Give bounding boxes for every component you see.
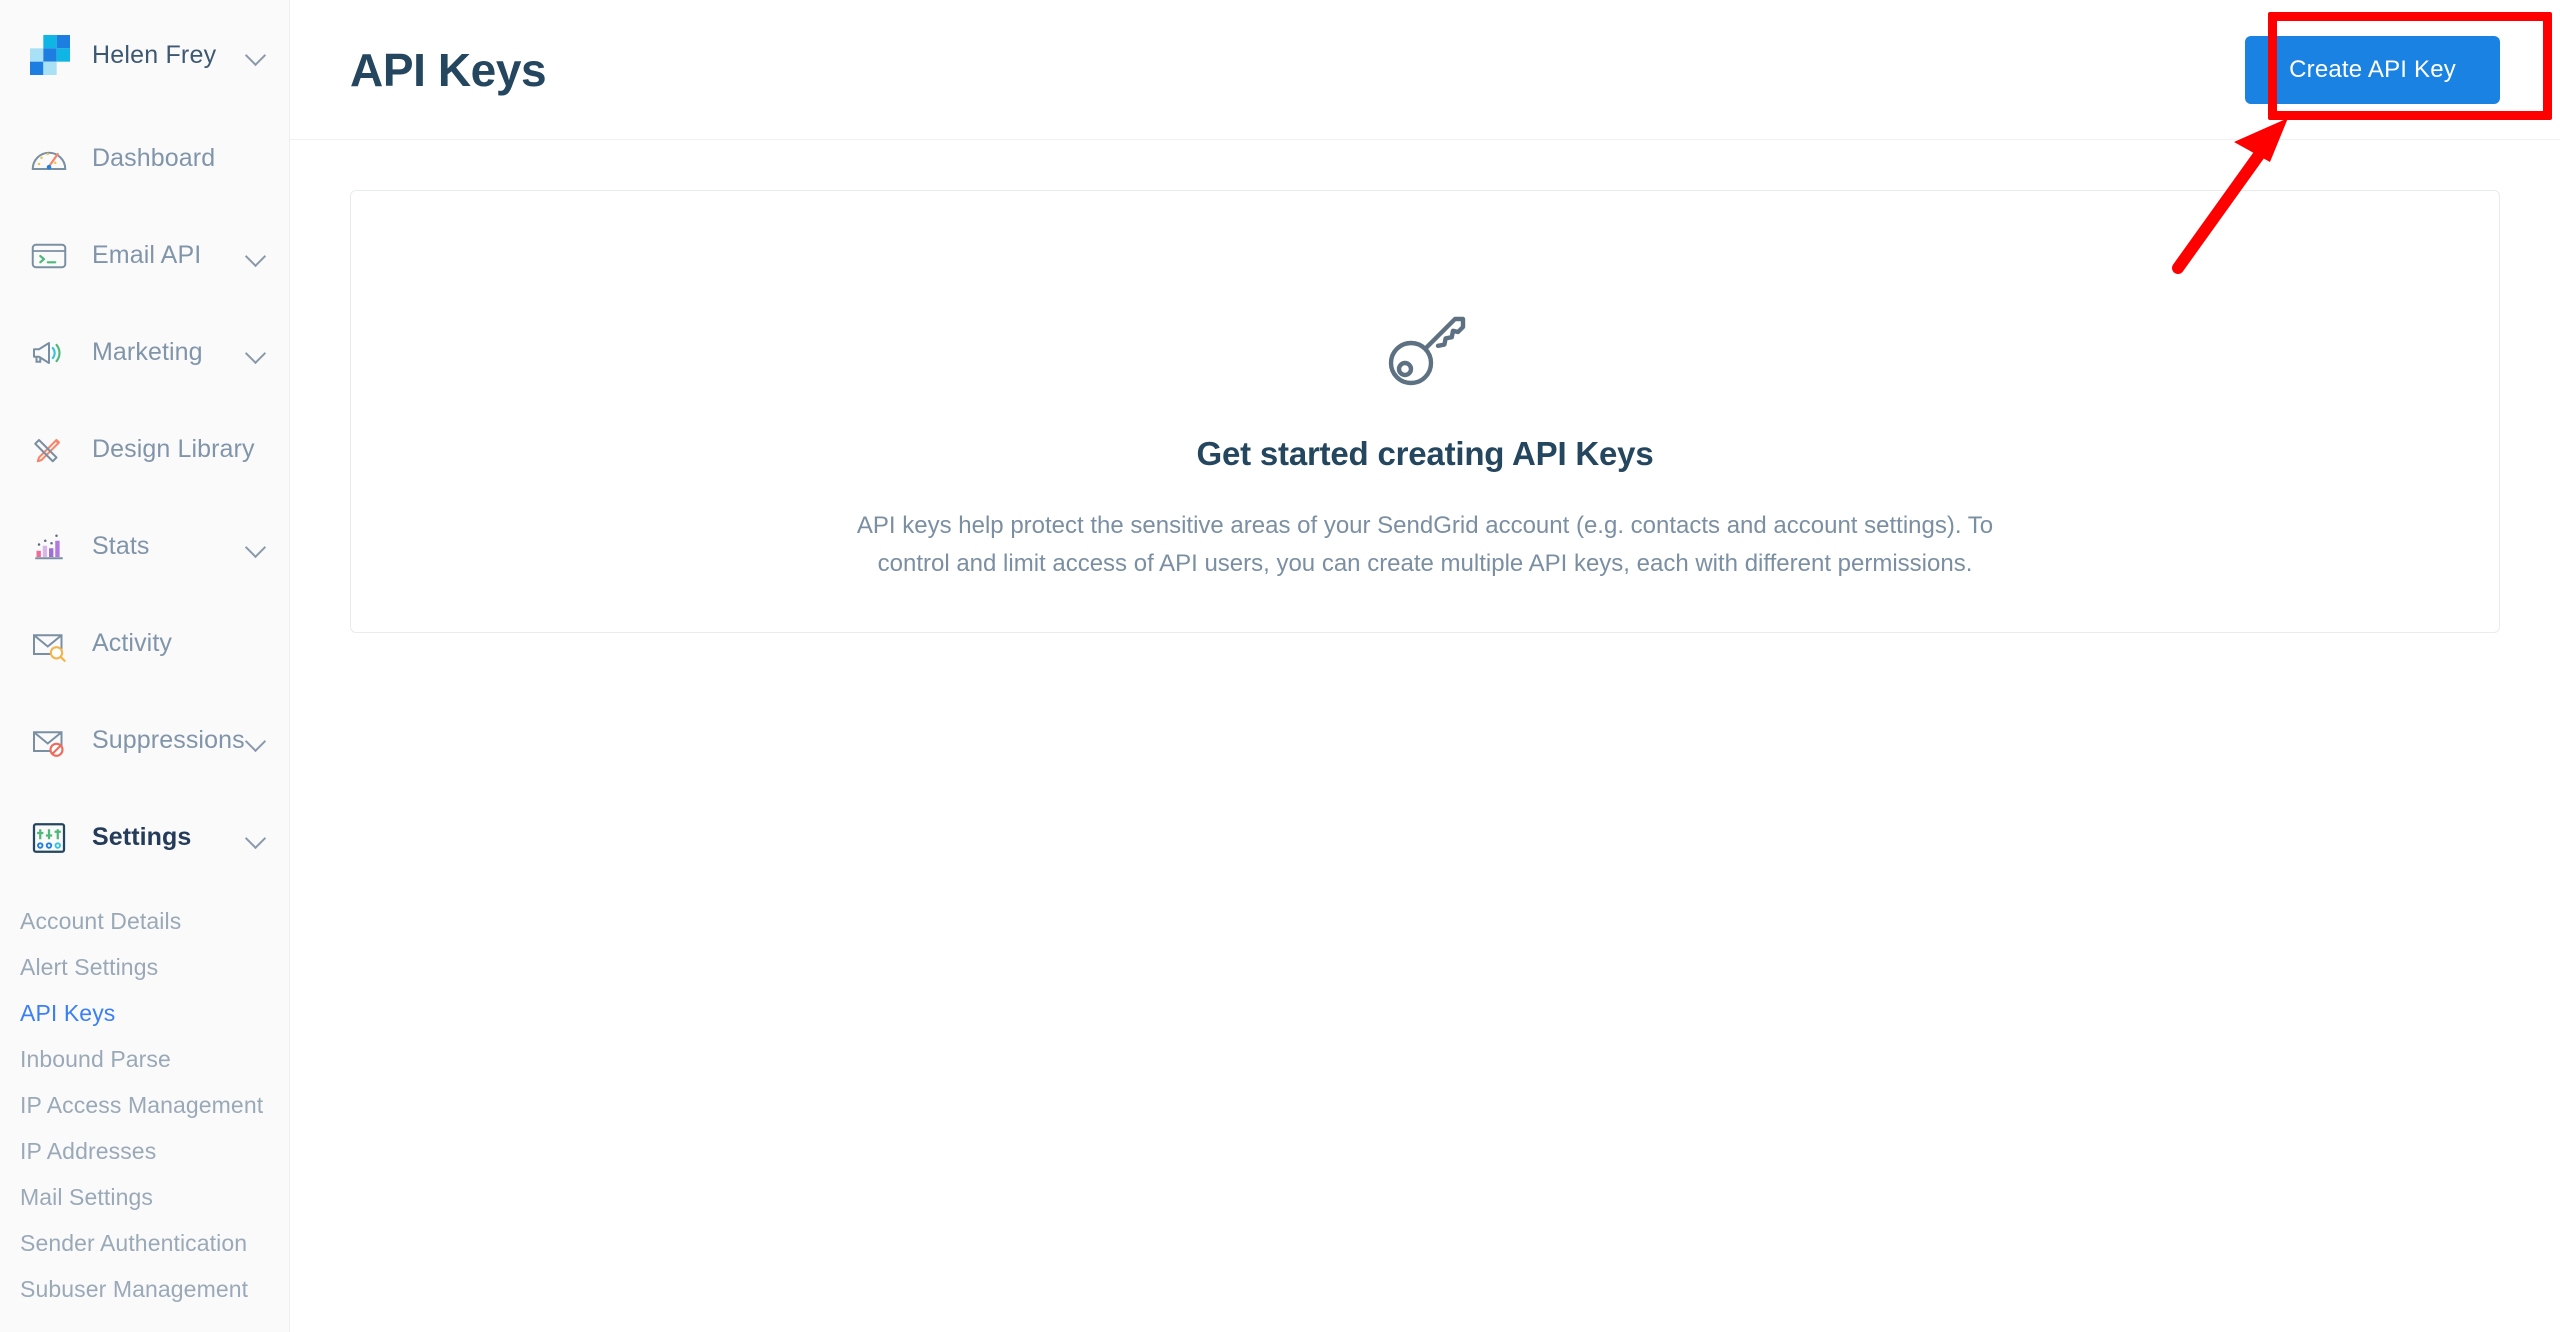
sidebar-item-label: Dashboard [92, 144, 216, 172]
terminal-window-icon [26, 233, 72, 279]
api-keys-empty-state-card: Get started creating API Keys API keys h… [350, 190, 2500, 633]
envelope-search-icon [26, 621, 72, 667]
account-switcher[interactable]: Helen Frey [0, 0, 289, 110]
megaphone-icon [26, 330, 72, 376]
chevron-down-icon[interactable] [245, 827, 267, 849]
submenu-item-api-keys[interactable]: API Keys [0, 990, 289, 1036]
submenu-item-alert-settings[interactable]: Alert Settings [0, 944, 289, 990]
sidebar: Helen Frey Dashboard Email API Marketing… [0, 0, 290, 1332]
key-icon [1377, 301, 1473, 397]
submenu-item-subuser-management[interactable]: Subuser Management [0, 1266, 289, 1312]
create-api-key-button[interactable]: Create API Key [2245, 35, 2500, 104]
page-header: API Keys Create API Key [290, 0, 2560, 140]
sidebar-item-design-library[interactable]: Design Library [0, 401, 289, 498]
submenu-item-account-details[interactable]: Account Details [0, 898, 289, 944]
sidebar-item-settings[interactable]: Settings [0, 789, 289, 886]
submenu-item-ip-addresses[interactable]: IP Addresses [0, 1128, 289, 1174]
chevron-down-icon[interactable] [245, 44, 267, 66]
envelope-blocked-icon [26, 718, 72, 764]
sidebar-item-label: Activity [92, 629, 172, 657]
chevron-down-icon[interactable] [245, 342, 267, 364]
sidebar-item-marketing[interactable]: Marketing [0, 304, 289, 401]
sidebar-item-email-api[interactable]: Email API [0, 207, 289, 304]
pencil-ruler-icon [26, 427, 72, 473]
sidebar-item-activity[interactable]: Activity [0, 595, 289, 692]
sidebar-item-label: Marketing [92, 338, 203, 366]
sidebar-item-label: Email API [92, 241, 202, 269]
page-title: API Keys [350, 43, 547, 96]
main-content: API Keys Create API Key Get started crea… [290, 0, 2560, 1332]
submenu-item-inbound-parse[interactable]: Inbound Parse [0, 1036, 289, 1082]
submenu-item-mail-settings[interactable]: Mail Settings [0, 1174, 289, 1220]
sidebar-item-label: Stats [92, 532, 150, 560]
bar-chart-icon [26, 524, 72, 570]
sidebar-item-dashboard[interactable]: Dashboard [0, 110, 289, 207]
chevron-down-icon[interactable] [245, 536, 267, 558]
chevron-down-icon[interactable] [245, 730, 267, 752]
sidebar-item-label: Suppressions [92, 726, 245, 754]
chevron-down-icon[interactable] [245, 245, 267, 267]
speedometer-icon [26, 136, 72, 182]
empty-state-title: Get started creating API Keys [1196, 435, 1654, 472]
sliders-icon [26, 815, 72, 861]
submenu-item-sender-authentication[interactable]: Sender Authentication [0, 1220, 289, 1266]
submenu-item-ip-access-management[interactable]: IP Access Management [0, 1082, 289, 1128]
sidebar-item-stats[interactable]: Stats [0, 498, 289, 595]
empty-state-description: API keys help protect the sensitive area… [856, 512, 1994, 577]
sidebar-item-label: Design Library [92, 435, 255, 463]
sidebar-item-suppressions[interactable]: Suppressions [0, 692, 289, 789]
account-name: Helen Frey [92, 40, 217, 69]
sendgrid-logo-icon [30, 35, 70, 75]
settings-submenu: Account Details Alert Settings API Keys … [0, 886, 289, 1312]
app-root: Helen Frey Dashboard Email API Marketing… [0, 0, 2560, 1332]
sidebar-item-label: Settings [92, 823, 192, 851]
